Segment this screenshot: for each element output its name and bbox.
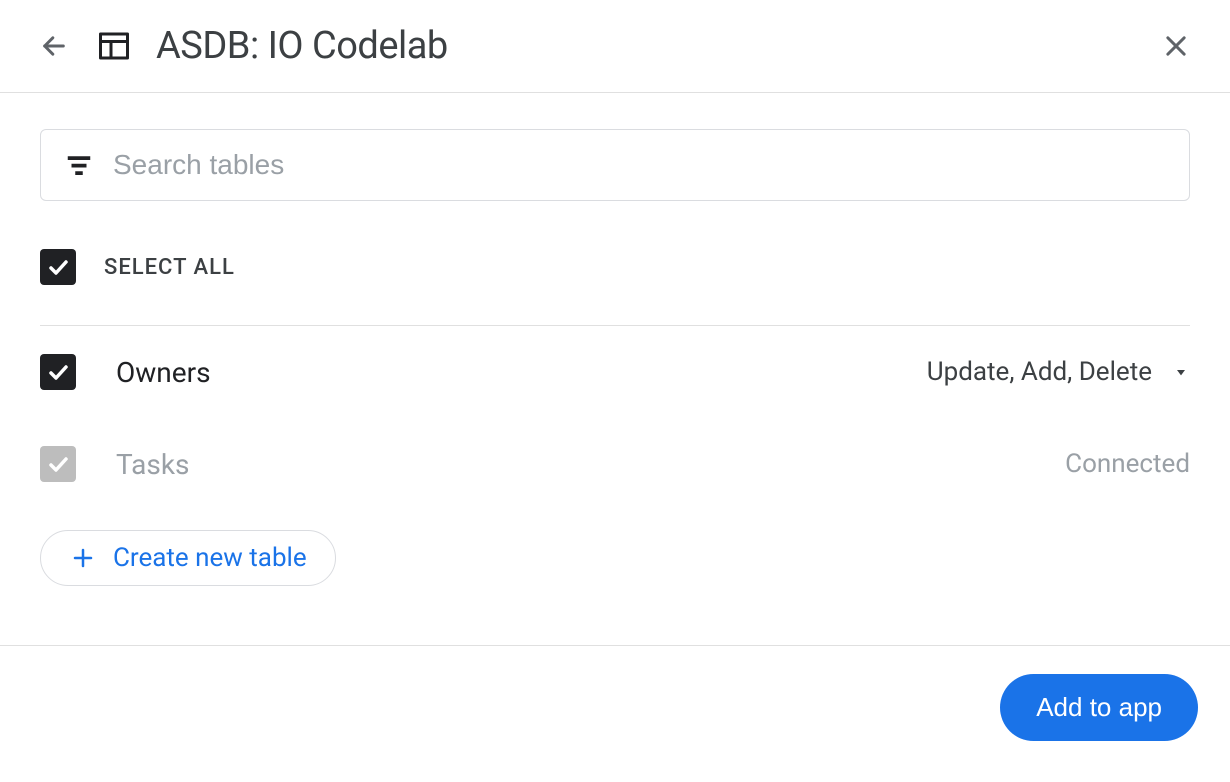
create-new-table-button[interactable]: Create new table xyxy=(40,530,336,586)
table-row: Owners Update, Add, Delete xyxy=(40,326,1190,418)
search-input[interactable] xyxy=(113,130,1169,200)
table-status: Connected xyxy=(1065,449,1190,479)
filter-icon[interactable] xyxy=(61,147,97,183)
table-name: Tasks xyxy=(116,448,190,481)
status-text: Update, Add, Delete xyxy=(927,357,1152,387)
database-icon xyxy=(96,28,132,64)
create-new-label: Create new table xyxy=(113,543,307,573)
status-text: Connected xyxy=(1065,449,1190,479)
table-checkbox[interactable] xyxy=(40,354,76,390)
dialog-header: ASDB: IO Codelab xyxy=(0,0,1230,93)
plus-icon xyxy=(69,544,97,572)
chevron-down-icon xyxy=(1172,363,1190,381)
page-title: ASDB: IO Codelab xyxy=(156,24,448,68)
table-row: Tasks Connected xyxy=(40,418,1190,510)
select-all-checkbox[interactable] xyxy=(40,249,76,285)
dialog-content: SELECT ALL Owners Update, Add, Delete Task… xyxy=(0,93,1230,586)
add-to-app-button[interactable]: Add to app xyxy=(1000,674,1198,741)
table-name: Owners xyxy=(116,356,211,389)
back-icon[interactable] xyxy=(40,32,68,60)
permissions-dropdown[interactable]: Update, Add, Delete xyxy=(927,357,1190,387)
dialog-footer: Add to app xyxy=(0,645,1230,769)
table-checkbox xyxy=(40,446,76,482)
search-container xyxy=(40,129,1190,201)
select-all-row: SELECT ALL xyxy=(40,201,1190,326)
close-icon[interactable] xyxy=(1162,32,1190,60)
tables-list: Owners Update, Add, Delete Tasks Connected xyxy=(40,326,1190,510)
select-all-label: SELECT ALL xyxy=(104,255,235,280)
